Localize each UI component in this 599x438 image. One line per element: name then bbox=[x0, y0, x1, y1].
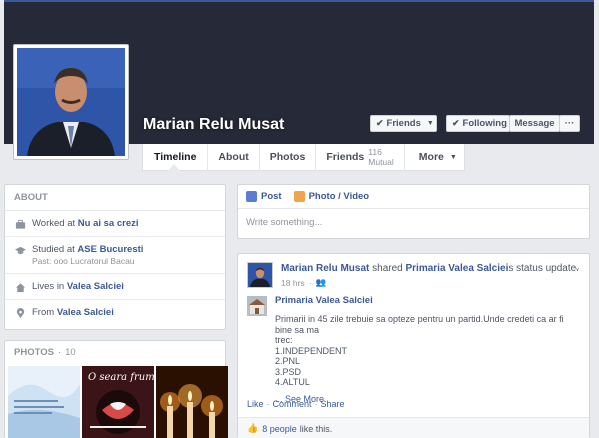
about-prefix: Lives in bbox=[32, 281, 67, 292]
photos-heading-label: PHOTOS bbox=[14, 346, 54, 358]
thumbs-up-icon: 👍 bbox=[247, 423, 259, 433]
shared-page-name[interactable]: Primaria Valea Salciei bbox=[275, 295, 373, 306]
about-prefix: Studied at bbox=[32, 244, 78, 255]
briefcase-icon bbox=[14, 218, 26, 230]
composer-post-label: Post bbox=[261, 191, 282, 202]
shared-body: Primarii in 45 zile trebuie sa opteze pe… bbox=[275, 314, 583, 404]
body-line: trec: bbox=[275, 335, 293, 345]
tab-friends[interactable]: Friends 116 Mutual bbox=[316, 143, 405, 171]
about-heading: ABOUT bbox=[5, 185, 225, 211]
following-button[interactable]: ✔ Following bbox=[446, 115, 510, 132]
about-prefix: Worked at bbox=[32, 218, 78, 229]
composer-photo-tab[interactable]: Photo / Video bbox=[293, 191, 370, 202]
photos-card: PHOTOS · 10 O seara frumoa bbox=[4, 340, 228, 438]
mutual-friends-count: 116 Mutual bbox=[368, 147, 394, 167]
following-button-label: Following bbox=[462, 118, 507, 129]
photo-thumbnail[interactable] bbox=[8, 366, 80, 438]
body-line: 4.ALTUL bbox=[275, 377, 310, 387]
likes-summary: 👍 8 people like this. bbox=[238, 417, 589, 438]
active-tab-pointer bbox=[168, 164, 180, 171]
comment-link[interactable]: Comment bbox=[273, 399, 312, 409]
more-options-button[interactable]: ··· bbox=[559, 115, 580, 132]
action-separator: · bbox=[266, 399, 270, 409]
about-lives-link[interactable]: Valea Salciei bbox=[67, 281, 124, 292]
profile-picture[interactable] bbox=[13, 44, 129, 160]
photo-thumbnails: O seara frumoa bbox=[8, 366, 228, 438]
about-item-work: Worked at Nu ai sa crezi bbox=[5, 211, 225, 237]
photo-thumbnail[interactable]: O seara frumoa bbox=[82, 366, 154, 438]
check-icon: ✔ bbox=[452, 118, 460, 128]
graduation-cap-icon bbox=[14, 244, 26, 256]
tab-label: Friends bbox=[326, 151, 365, 163]
photo-thumbnail[interactable] bbox=[156, 366, 228, 438]
photo-icon bbox=[293, 191, 305, 202]
photo-caption: O seara frumoa bbox=[88, 372, 154, 383]
post-page-link[interactable]: Primaria Valea Salciei bbox=[406, 263, 509, 274]
tab-more[interactable]: More ▼ bbox=[405, 144, 467, 171]
friends-button[interactable]: ✔ Friends ▼ bbox=[370, 115, 437, 132]
profile-tab-bar: Timeline About Photos Friends 116 Mutual… bbox=[142, 143, 467, 171]
tab-about[interactable]: About bbox=[208, 143, 260, 171]
more-dots-icon: ··· bbox=[564, 118, 575, 129]
pencil-icon bbox=[246, 191, 257, 202]
post-author-link[interactable]: Marian Relu Musat bbox=[281, 263, 369, 274]
check-icon: ✔ bbox=[376, 118, 384, 128]
about-from-link[interactable]: Valea Salciei bbox=[57, 307, 114, 318]
share-link[interactable]: Share bbox=[321, 399, 345, 409]
message-button-label: Message bbox=[514, 118, 555, 129]
post-timestamp[interactable]: 18 hrs bbox=[281, 278, 305, 288]
tab-label: Photos bbox=[269, 151, 306, 163]
composer-input[interactable]: Write something... bbox=[238, 209, 589, 236]
timeline-post: Marian Relu Musat shared Primaria Valea … bbox=[237, 253, 590, 438]
about-school-link[interactable]: ASE Bucuresti bbox=[77, 244, 143, 255]
friends-button-label: Friends bbox=[386, 118, 421, 129]
post-suffix: s status update. bbox=[508, 263, 579, 274]
page-avatar[interactable] bbox=[247, 296, 267, 316]
about-item-lives: Lives in Valea Salciei bbox=[5, 274, 225, 300]
post-verb: shared bbox=[369, 263, 406, 274]
home-icon bbox=[14, 281, 26, 293]
message-button[interactable]: Message bbox=[509, 115, 560, 132]
chevron-down-icon[interactable]: ⌄ bbox=[573, 262, 581, 273]
about-prefix: From bbox=[32, 307, 57, 318]
photos-heading[interactable]: PHOTOS · 10 bbox=[5, 341, 225, 363]
action-separator: · bbox=[314, 399, 318, 409]
like-link[interactable]: Like bbox=[247, 399, 264, 409]
tab-photos[interactable]: Photos bbox=[260, 143, 317, 171]
body-line: 1.INDEPENDENT bbox=[275, 345, 348, 356]
about-school-past: Past: ooo Lucratorul Bacau bbox=[32, 256, 135, 266]
composer-photo-label: Photo / Video bbox=[308, 191, 370, 202]
photos-count: 10 bbox=[65, 346, 76, 358]
caret-down-icon: ▼ bbox=[426, 120, 434, 127]
about-card: ABOUT Worked at Nu ai sa crezi Studied a… bbox=[4, 184, 226, 330]
about-item-education: Studied at ASE Bucuresti Past: ooo Lucra… bbox=[5, 237, 225, 274]
tab-label: More bbox=[418, 151, 444, 163]
body-line: 3.PSD bbox=[275, 366, 302, 377]
composer-tabs: Post Photo / Video bbox=[238, 185, 589, 209]
tab-label: About bbox=[218, 151, 249, 163]
likes-count-link[interactable]: 8 people bbox=[262, 424, 297, 434]
body-line: 2.PNL bbox=[275, 356, 301, 366]
composer-post-tab[interactable]: Post bbox=[246, 191, 282, 202]
likes-suffix: like this. bbox=[299, 423, 333, 434]
avatar[interactable] bbox=[247, 262, 273, 288]
tab-label: Timeline bbox=[154, 151, 197, 163]
profile-name[interactable]: Marian Relu Musat bbox=[143, 116, 284, 134]
shared-status: Primaria Valea Salciei Primarii in 45 zi… bbox=[247, 295, 583, 404]
profile-photo-image bbox=[17, 48, 125, 156]
map-pin-icon bbox=[14, 307, 26, 319]
dot-separator: · bbox=[308, 277, 312, 288]
post-composer: Post Photo / Video Write something... bbox=[237, 184, 590, 239]
body-line: Primarii in 45 zile trebuie sa opteze pe… bbox=[275, 314, 564, 335]
friends-audience-icon: 👥 bbox=[315, 277, 327, 287]
photos-separator: · bbox=[57, 346, 62, 358]
post-header: Marian Relu Musat shared Primaria Valea … bbox=[247, 262, 579, 288]
about-work-link[interactable]: Nu ai sa crezi bbox=[78, 218, 139, 229]
about-item-from: From Valea Salciei bbox=[5, 300, 225, 325]
caret-down-icon: ▼ bbox=[449, 153, 457, 161]
post-actions: Like · Comment · Share bbox=[247, 399, 345, 409]
